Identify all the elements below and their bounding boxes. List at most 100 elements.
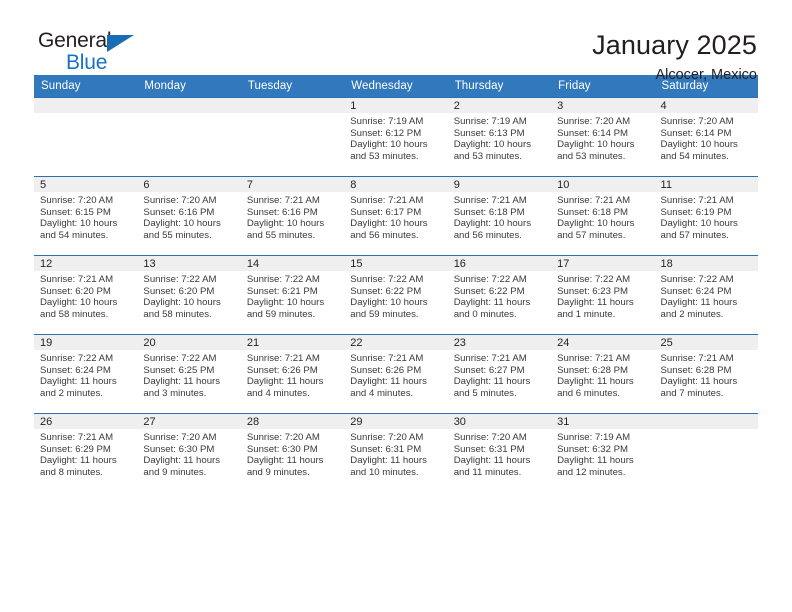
- day-event-line: and 5 minutes.: [453, 387, 517, 399]
- day-event-line: Sunrise: 7:22 AM: [660, 274, 734, 285]
- day-event-line: Sunrise: 7:21 AM: [453, 195, 527, 206]
- calendar-day-cell[interactable]: 24 Sunrise: 7:21 AM Sunset: 6:28 PM Dayligh…: [551, 334, 655, 414]
- day-events: Sunrise: 7:22 AM Sunset: 6:22 PM Daylight:…: [344, 271, 447, 320]
- calendar-day-cell[interactable]: 7 Sunrise: 7:21 AM Sunset: 6:16 PM Daylight…: [240, 176, 345, 256]
- day-event-line: Daylight: 10 hours: [143, 297, 221, 309]
- calendar-empty-cell: [240, 97, 345, 177]
- calendar-day-cell[interactable]: 1 Sunrise: 7:19 AM Sunset: 6:12 PM Daylight…: [344, 97, 448, 177]
- day-event-line: and 56 minutes.: [453, 229, 522, 241]
- calendar-day-cell[interactable]: 4 Sunrise: 7:20 AM Sunset: 6:14 PM Daylight…: [654, 97, 758, 177]
- day-event-line: Daylight: 11 hours: [143, 376, 221, 388]
- day-events: Sunrise: 7:22 AM Sunset: 6:24 PM Daylight:…: [34, 350, 137, 399]
- day-event-line: Sunset: 6:13 PM: [453, 127, 525, 139]
- day-event-line: Sunset: 6:30 PM: [143, 443, 215, 455]
- calendar-empty-cell: [34, 97, 138, 177]
- day-event-line: Sunrise: 7:20 AM: [143, 432, 217, 443]
- day-event-line: Daylight: 11 hours: [246, 455, 324, 467]
- calendar-day-cell[interactable]: 30 Sunrise: 7:20 AM Sunset: 6:31 PM Dayligh…: [447, 413, 552, 492]
- day-number: 17: [551, 256, 655, 271]
- day-cell-content: 13 Sunrise: 7:22 AM Sunset: 6:20 PM Dayligh…: [137, 256, 241, 335]
- day-event-line: Sunrise: 7:20 AM: [40, 195, 114, 206]
- calendar-week-row: 19 Sunrise: 7:22 AM Sunset: 6:24 PM Dayligh…: [34, 334, 758, 414]
- day-event-line: Sunset: 6:29 PM: [40, 443, 111, 455]
- calendar-day-cell[interactable]: 31 Sunrise: 7:19 AM Sunset: 6:32 PM Dayligh…: [551, 413, 655, 492]
- calendar-day-cell[interactable]: 12 Sunrise: 7:21 AM Sunset: 6:20 PM Dayligh…: [34, 255, 138, 335]
- calendar-day-cell[interactable]: 11 Sunrise: 7:21 AM Sunset: 6:19 PM Dayligh…: [654, 176, 758, 256]
- calendar-day-cell[interactable]: 22 Sunrise: 7:21 AM Sunset: 6:26 PM Dayligh…: [344, 334, 448, 414]
- day-events: Sunrise: 7:20 AM Sunset: 6:16 PM Daylight:…: [137, 192, 240, 241]
- day-event-line: Sunset: 6:25 PM: [143, 364, 215, 376]
- calendar-day-cell[interactable]: 14 Sunrise: 7:22 AM Sunset: 6:21 PM Dayligh…: [240, 255, 345, 335]
- day-number: 12: [34, 256, 138, 271]
- day-cell-content: 30 Sunrise: 7:20 AM Sunset: 6:31 PM Dayligh…: [447, 414, 552, 492]
- day-event-line: Daylight: 10 hours: [660, 218, 738, 230]
- day-event-line: Sunrise: 7:19 AM: [557, 432, 631, 443]
- day-event-line: and 9 minutes.: [246, 466, 310, 478]
- day-event-line: and 59 minutes.: [350, 308, 419, 320]
- day-cell-content: 27 Sunrise: 7:20 AM Sunset: 6:30 PM Dayligh…: [137, 414, 241, 492]
- day-event-line: Sunset: 6:17 PM: [350, 206, 422, 218]
- day-event-line: Sunrise: 7:21 AM: [40, 432, 114, 443]
- calendar-day-cell[interactable]: 13 Sunrise: 7:22 AM Sunset: 6:20 PM Dayligh…: [137, 255, 241, 335]
- triangle-logo-icon: [107, 35, 134, 52]
- day-events: Sunrise: 7:21 AM Sunset: 6:26 PM Daylight:…: [344, 350, 447, 399]
- day-event-line: Sunrise: 7:21 AM: [557, 353, 631, 364]
- calendar-day-cell[interactable]: 5 Sunrise: 7:20 AM Sunset: 6:15 PM Daylight…: [34, 176, 138, 256]
- day-number: 28: [240, 414, 345, 429]
- calendar-day-cell[interactable]: 26 Sunrise: 7:21 AM Sunset: 6:29 PM Dayligh…: [34, 413, 138, 492]
- calendar-day-cell[interactable]: 29 Sunrise: 7:20 AM Sunset: 6:31 PM Dayligh…: [344, 413, 448, 492]
- calendar-day-cell[interactable]: 15 Sunrise: 7:22 AM Sunset: 6:22 PM Dayligh…: [344, 255, 448, 335]
- day-events: Sunrise: 7:22 AM Sunset: 6:24 PM Daylight:…: [655, 271, 758, 320]
- brand-logo[interactable]: General Blue: [34, 30, 158, 80]
- day-event-line: Sunset: 6:20 PM: [143, 285, 215, 297]
- day-cell-content: 14 Sunrise: 7:22 AM Sunset: 6:21 PM Dayligh…: [240, 256, 345, 335]
- calendar-day-cell[interactable]: 19 Sunrise: 7:22 AM Sunset: 6:24 PM Dayligh…: [34, 334, 138, 414]
- calendar-day-cell[interactable]: 25 Sunrise: 7:21 AM Sunset: 6:28 PM Dayligh…: [654, 334, 758, 414]
- calendar-day-cell[interactable]: 28 Sunrise: 7:20 AM Sunset: 6:30 PM Dayligh…: [240, 413, 345, 492]
- day-events: Sunrise: 7:20 AM Sunset: 6:14 PM Daylight:…: [551, 113, 654, 162]
- day-number: 9: [447, 177, 552, 192]
- day-cell-content: 21 Sunrise: 7:21 AM Sunset: 6:26 PM Dayligh…: [240, 335, 345, 414]
- day-event-line: Sunset: 6:19 PM: [660, 206, 732, 218]
- day-event-line: Daylight: 10 hours: [40, 297, 118, 309]
- calendar-day-cell[interactable]: 17 Sunrise: 7:22 AM Sunset: 6:23 PM Dayligh…: [551, 255, 655, 335]
- calendar-day-cell[interactable]: 16 Sunrise: 7:22 AM Sunset: 6:22 PM Dayligh…: [447, 255, 552, 335]
- calendar-day-cell[interactable]: 2 Sunrise: 7:19 AM Sunset: 6:13 PM Daylight…: [447, 97, 552, 177]
- day-event-line: Sunrise: 7:21 AM: [453, 353, 527, 364]
- day-event-line: and 3 minutes.: [143, 387, 207, 399]
- day-cell-content: 10 Sunrise: 7:21 AM Sunset: 6:18 PM Dayligh…: [551, 177, 655, 256]
- day-events: Sunrise: 7:21 AM Sunset: 6:28 PM Daylight:…: [551, 350, 654, 399]
- calendar-day-cell[interactable]: 10 Sunrise: 7:21 AM Sunset: 6:18 PM Dayligh…: [551, 176, 655, 256]
- day-number: 30: [447, 414, 552, 429]
- calendar-day-cell[interactable]: 6 Sunrise: 7:20 AM Sunset: 6:16 PM Daylight…: [137, 176, 241, 256]
- calendar-day-cell[interactable]: 18 Sunrise: 7:22 AM Sunset: 6:24 PM Dayligh…: [654, 255, 758, 335]
- day-events: Sunrise: 7:21 AM Sunset: 6:18 PM Daylight:…: [448, 192, 551, 241]
- calendar-day-cell[interactable]: 27 Sunrise: 7:20 AM Sunset: 6:30 PM Dayligh…: [137, 413, 241, 492]
- day-event-line: Sunrise: 7:21 AM: [350, 353, 424, 364]
- calendar-day-cell[interactable]: 20 Sunrise: 7:22 AM Sunset: 6:25 PM Dayligh…: [137, 334, 241, 414]
- calendar-page: General Blue January 2025 Alcocer, Mexic…: [0, 0, 792, 612]
- day-event-line: Daylight: 10 hours: [557, 218, 635, 230]
- calendar-day-cell[interactable]: 8 Sunrise: 7:21 AM Sunset: 6:17 PM Daylight…: [344, 176, 448, 256]
- day-number: [137, 98, 241, 113]
- day-event-line: Daylight: 11 hours: [453, 455, 531, 467]
- day-number: 11: [654, 177, 758, 192]
- day-event-line: Daylight: 11 hours: [557, 376, 634, 388]
- day-number: 20: [137, 335, 241, 350]
- calendar-day-cell[interactable]: 23 Sunrise: 7:21 AM Sunset: 6:27 PM Dayligh…: [447, 334, 552, 414]
- day-cell-content: 25 Sunrise: 7:21 AM Sunset: 6:28 PM Dayligh…: [654, 335, 758, 414]
- calendar-day-cell[interactable]: 21 Sunrise: 7:21 AM Sunset: 6:26 PM Dayligh…: [240, 334, 345, 414]
- day-cell-content: 1 Sunrise: 7:19 AM Sunset: 6:12 PM Daylight…: [344, 98, 448, 177]
- calendar-day-cell[interactable]: 9 Sunrise: 7:21 AM Sunset: 6:18 PM Daylight…: [447, 176, 552, 256]
- day-event-line: Daylight: 11 hours: [453, 376, 531, 388]
- day-events: Sunrise: 7:19 AM Sunset: 6:32 PM Daylight:…: [551, 429, 654, 478]
- brand-name-general: General: [38, 29, 112, 52]
- day-event-line: Daylight: 10 hours: [660, 139, 738, 151]
- day-cell-content: 15 Sunrise: 7:22 AM Sunset: 6:22 PM Dayligh…: [344, 256, 448, 335]
- calendar-week-row: 1 Sunrise: 7:19 AM Sunset: 6:12 PM Daylight…: [34, 97, 758, 177]
- day-event-line: Daylight: 11 hours: [557, 297, 634, 309]
- day-event-line: Sunset: 6:27 PM: [453, 364, 525, 376]
- day-number: 10: [551, 177, 655, 192]
- calendar-day-cell[interactable]: 3 Sunrise: 7:20 AM Sunset: 6:14 PM Daylight…: [551, 97, 655, 177]
- day-cell-content: [137, 98, 241, 177]
